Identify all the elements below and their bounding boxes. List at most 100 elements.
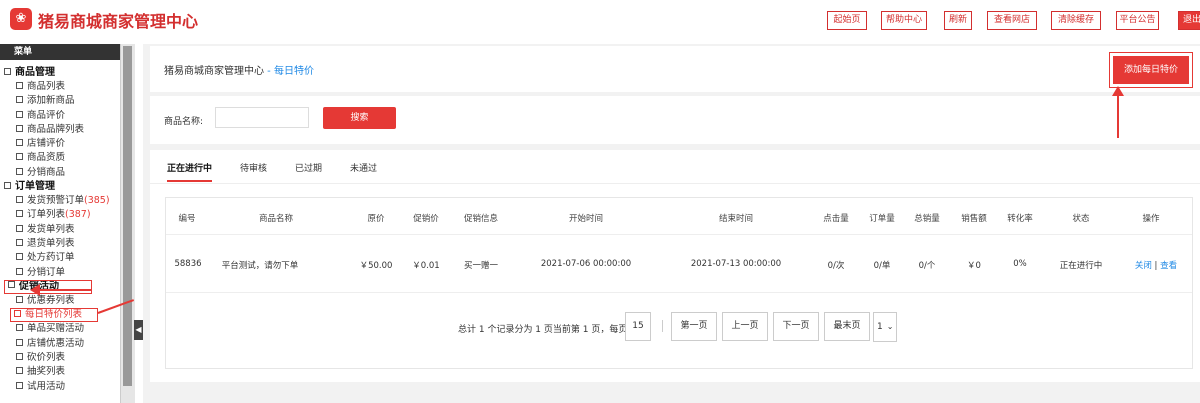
cell-revenue: ￥0 <box>967 261 981 271</box>
sidebar-item-lottery-list[interactable]: 抽奖列表 <box>0 365 120 379</box>
sidebar-item-daily-special[interactable]: 每日特价列表 <box>10 308 98 323</box>
sidebar-item-label: 店铺优惠活动 <box>27 337 85 349</box>
cell-clicks: 0/次 <box>827 261 845 271</box>
sidebar-item-prescription-orders[interactable]: 处方药订单 <box>0 251 120 265</box>
sidebar-item-label: 发货单列表 <box>27 223 75 235</box>
menu-group-label: 订单管理 <box>15 181 55 193</box>
sidebar-item-store-promotion[interactable]: 店铺优惠活动 <box>0 337 120 351</box>
first-page-button[interactable]: 第一页 <box>671 312 717 341</box>
scrollbar-thumb[interactable] <box>123 46 132 386</box>
prev-page-button[interactable]: 上一页 <box>722 312 768 341</box>
cell-status: 正在进行中 <box>1059 261 1103 271</box>
bullet-square-icon <box>16 196 23 204</box>
cell-end-time: 2021-07-13 00:00:00 <box>690 259 782 269</box>
add-daily-special-button[interactable]: 添加每日特价 <box>1109 52 1193 88</box>
count-badge: (385) <box>84 195 110 207</box>
bullet-square-icon <box>16 253 23 261</box>
collapse-square-icon <box>4 181 11 189</box>
main-content: 猪易商城商家管理中心 - 每日特价 添加每日特价 商品名称: 搜索 正在进行中 … <box>143 44 1200 403</box>
search-button[interactable]: 搜索 <box>323 107 396 129</box>
menu-group-orders[interactable]: 订单管理 <box>0 180 120 194</box>
help-center-button[interactable]: 帮助中心 <box>881 11 927 30</box>
menu-group-label: 商品管理 <box>15 67 55 78</box>
cell-orders: 0/单 <box>873 261 891 271</box>
logout-button[interactable]: 退出 <box>1178 11 1200 30</box>
next-page-button[interactable]: 下一页 <box>773 312 819 341</box>
bullet-square-icon <box>14 310 21 318</box>
sidebar-item-return-list[interactable]: 退货单列表 <box>0 237 120 251</box>
sidebar-item-goods-qualification[interactable]: 商品资质 <box>0 151 120 165</box>
bullet-square-icon <box>16 238 23 246</box>
sidebar-item-buy-gift[interactable]: 单品买赠活动 <box>0 322 120 336</box>
refresh-button[interactable]: 刷新 <box>944 11 972 30</box>
tab-pending-review[interactable]: 待审核 <box>240 161 267 174</box>
sidebar-item-label: 优惠券列表 <box>27 294 75 306</box>
sidebar-item-label: 试用活动 <box>27 380 66 392</box>
tab-expired[interactable]: 已过期 <box>295 161 322 174</box>
sidebar-item-goods-review[interactable]: 商品评价 <box>0 109 120 123</box>
col-header-sales: 总销量 <box>914 214 940 224</box>
sidebar-item-label: 订单列表 <box>27 209 66 221</box>
sidebar-item-delivery-list[interactable]: 发货单列表 <box>0 223 120 237</box>
sidebar-item-label: 处方药订单 <box>27 252 75 264</box>
last-page-button[interactable]: 最末页 <box>824 312 870 341</box>
bullet-square-icon <box>16 210 23 218</box>
page-size-input[interactable]: 15 <box>625 312 651 341</box>
bullet-square-icon <box>16 367 23 375</box>
sidebar-scrollbar[interactable] <box>121 44 135 403</box>
col-header-end: 结束时间 <box>718 214 753 224</box>
cell-actions: 关闭 | 查看 <box>1126 259 1186 271</box>
sidebar-item-trial-activity[interactable]: 试用活动 <box>0 380 120 394</box>
col-header-id: 编号 <box>178 214 196 224</box>
sidebar-item-distribution-goods[interactable]: 分销商品 <box>0 166 120 180</box>
breadcrumb-sep: - <box>264 66 274 77</box>
col-header-revenue: 销售额 <box>961 214 987 224</box>
col-header-actions: 操作 <box>1142 214 1160 224</box>
cell-sales: 0/个 <box>918 261 936 271</box>
breadcrumb-current: 每日特价 <box>273 66 314 77</box>
view-link[interactable]: 查看 <box>1160 261 1177 271</box>
cell-start-time: 2021-07-06 00:00:00 <box>540 259 632 269</box>
row-divider <box>166 292 1192 293</box>
product-name-label: 商品名称: <box>164 117 204 127</box>
cell-name: 平台测试，请勿下单 <box>221 261 299 271</box>
sidebar-item-order-list[interactable]: 订单列表(387) <box>0 208 120 222</box>
sidebar-item-add-goods[interactable]: 添加新商品 <box>0 94 120 108</box>
tab-in-progress[interactable]: 正在进行中 <box>167 161 213 182</box>
platform-notice-button[interactable]: 平台公告 <box>1116 11 1159 30</box>
collapse-sidebar-icon[interactable]: ◀ <box>134 320 143 340</box>
menu-group-goods[interactable]: 商品管理 <box>0 66 120 80</box>
page-select[interactable]: 1 ⌄ <box>873 312 897 342</box>
sidebar-item-goods-list[interactable]: 商品列表 <box>0 80 120 94</box>
count-badge: (387) <box>65 209 91 221</box>
sidebar-item-label: 商品列表 <box>27 81 66 92</box>
sidebar-item-shipping-warning[interactable]: 发货预警订单(385) <box>0 194 120 208</box>
clear-cache-button[interactable]: 清除缓存 <box>1051 11 1101 30</box>
view-store-button[interactable]: 查看网店 <box>987 11 1037 30</box>
sidebar-item-store-review[interactable]: 店铺评价 <box>0 137 120 151</box>
collapse-square-icon <box>8 281 15 289</box>
bullet-square-icon <box>16 96 23 104</box>
close-link[interactable]: 关闭 <box>1135 261 1152 271</box>
breadcrumb-home[interactable]: 猪易商城商家管理中心 <box>164 66 264 77</box>
col-header-conversion: 转化率 <box>1007 214 1033 224</box>
product-name-input[interactable] <box>215 107 309 128</box>
cell-promo-info: 买一赠一 <box>463 261 498 271</box>
menu-group-promotions[interactable]: 促销活动 <box>4 279 92 294</box>
page-select-value: 1 <box>877 322 883 332</box>
tab-rejected[interactable]: 未通过 <box>350 161 377 174</box>
sidebar-item-coupon-list[interactable]: 优惠券列表 <box>0 294 120 308</box>
sidebar-item-label: 商品资质 <box>27 152 66 164</box>
sidebar-item-brand-list[interactable]: 商品品牌列表 <box>0 123 120 137</box>
home-page-button[interactable]: 起始页 <box>827 11 867 30</box>
sidebar-item-bargain-list[interactable]: 砍价列表 <box>0 351 120 365</box>
page-header-panel: 猪易商城商家管理中心 - 每日特价 添加每日特价 <box>150 46 1200 92</box>
bullet-square-icon <box>16 167 23 175</box>
sidebar-item-distribution-orders[interactable]: 分销订单 <box>0 266 120 280</box>
col-header-promo-price: 促销价 <box>413 214 439 224</box>
header-divider <box>166 234 1192 235</box>
tabs-divider <box>150 183 1200 184</box>
bullet-square-icon <box>16 139 23 147</box>
annotation-arrow <box>40 289 92 291</box>
sidebar-item-label: 每日特价列表 <box>25 309 83 321</box>
